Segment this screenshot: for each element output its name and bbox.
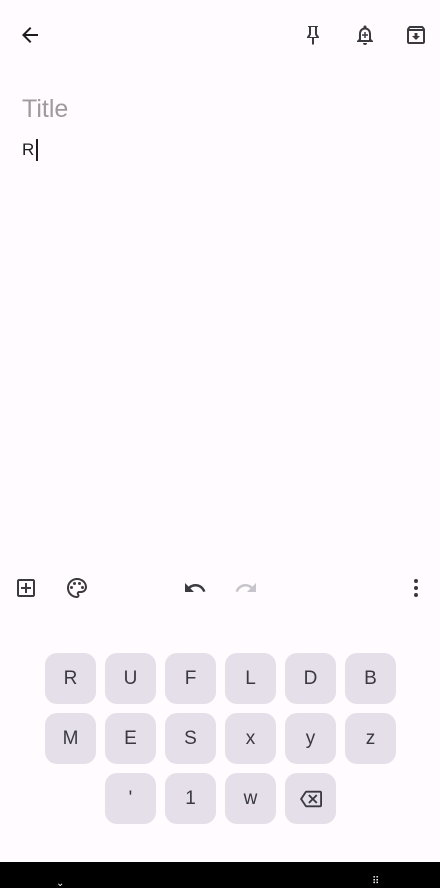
backspace-key[interactable] [285, 773, 336, 824]
add-box-icon [17, 579, 35, 597]
archive-icon [407, 26, 425, 44]
key[interactable]: S [165, 713, 216, 764]
redo-icon [235, 583, 256, 592]
key[interactable]: 1 [165, 773, 216, 824]
title-input[interactable]: Title [22, 92, 418, 126]
backspace-icon [299, 790, 322, 807]
keyboard: R U F L D B M E S x y z ' 1 w [0, 610, 440, 862]
key[interactable]: L [225, 653, 276, 704]
text-cursor [36, 139, 38, 161]
archive-button[interactable] [396, 15, 436, 55]
more-vert-icon [414, 579, 418, 597]
note-body-input[interactable]: R [22, 138, 418, 162]
undo-button[interactable] [175, 568, 215, 608]
keyboard-switch-icon[interactable]: ⠿ [372, 876, 379, 887]
key[interactable]: R [45, 653, 96, 704]
key[interactable]: z [345, 713, 396, 764]
title-placeholder: Title [22, 95, 69, 123]
key[interactable]: M [45, 713, 96, 764]
more-options-button[interactable] [396, 568, 436, 608]
undo-icon [185, 583, 206, 592]
key[interactable]: w [225, 773, 276, 824]
key[interactable]: U [105, 653, 156, 704]
key[interactable]: B [345, 653, 396, 704]
redo-button[interactable] [226, 568, 266, 608]
key[interactable]: x [225, 713, 276, 764]
key[interactable]: E [105, 713, 156, 764]
key[interactable]: D [285, 653, 336, 704]
pin-icon [307, 26, 319, 45]
nav-back-icon[interactable]: ⌄ [56, 878, 64, 889]
back-button[interactable] [10, 15, 50, 55]
system-nav-bar: ⌄ ⠿ [0, 862, 440, 889]
background-color-button[interactable] [57, 568, 97, 608]
key[interactable]: y [285, 713, 336, 764]
editor-toolbar [0, 566, 440, 610]
pin-button[interactable] [293, 15, 333, 55]
key[interactable]: F [165, 653, 216, 704]
palette-icon [67, 578, 87, 598]
arrow-back-icon [22, 27, 38, 43]
bell-plus-icon [357, 25, 373, 45]
reminder-button[interactable] [345, 15, 385, 55]
add-content-button[interactable] [6, 568, 46, 608]
key[interactable]: ' [105, 773, 156, 824]
note-body-text: R [22, 140, 35, 159]
